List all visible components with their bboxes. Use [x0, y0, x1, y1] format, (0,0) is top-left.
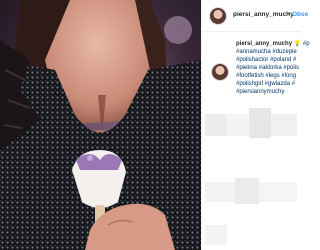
- blurred-placeholder: [227, 114, 249, 136]
- caption-block: piersi_anny_muchy 💡 #p #annamucha #duzep…: [202, 32, 310, 100]
- blurred-avatar-placeholder: [205, 114, 227, 136]
- post-header: piersi_anny_muchy • Obse: [202, 0, 308, 32]
- caption-hashtag-line[interactable]: #polishgirl #gwiazda #: [236, 80, 295, 88]
- caption-author-avatar[interactable]: [211, 63, 229, 81]
- blurred-placeholder: [259, 182, 297, 202]
- header-separator: •: [288, 11, 291, 18]
- caption-username[interactable]: piersi_anny_muchy: [236, 41, 292, 47]
- caption-hashtag-line[interactable]: #piersiannymuchy: [236, 88, 284, 96]
- blurred-placeholder: [205, 225, 227, 245]
- caption-hashtag[interactable]: #p: [303, 41, 310, 47]
- blurred-placeholder: [235, 178, 259, 204]
- caption-hashtag-line[interactable]: #annamucha #duzepie: [236, 48, 297, 56]
- follow-button[interactable]: Obse: [292, 11, 308, 18]
- blurred-placeholder: [205, 182, 235, 202]
- post-photo-image: [0, 0, 201, 250]
- blurred-placeholder: [249, 108, 271, 138]
- caption-first-line: piersi_anny_muchy 💡 #p: [236, 40, 310, 48]
- author-username[interactable]: piersi_anny_muchy: [233, 11, 294, 18]
- blurred-placeholder: [271, 114, 297, 136]
- caption-hashtag-line[interactable]: #polishactor #poland #: [236, 56, 296, 64]
- author-avatar[interactable]: [209, 7, 227, 25]
- caption-hashtag-line[interactable]: #piekna #aktorka #polis: [236, 64, 299, 72]
- caption-hashtag-line[interactable]: #footfetish #legs #long: [236, 72, 296, 80]
- post-photo[interactable]: [0, 0, 201, 250]
- post-sidebar: piersi_anny_muchy • Obse piersi_anny_muc…: [201, 0, 310, 250]
- bulb-emoji-icon: 💡: [293, 41, 302, 47]
